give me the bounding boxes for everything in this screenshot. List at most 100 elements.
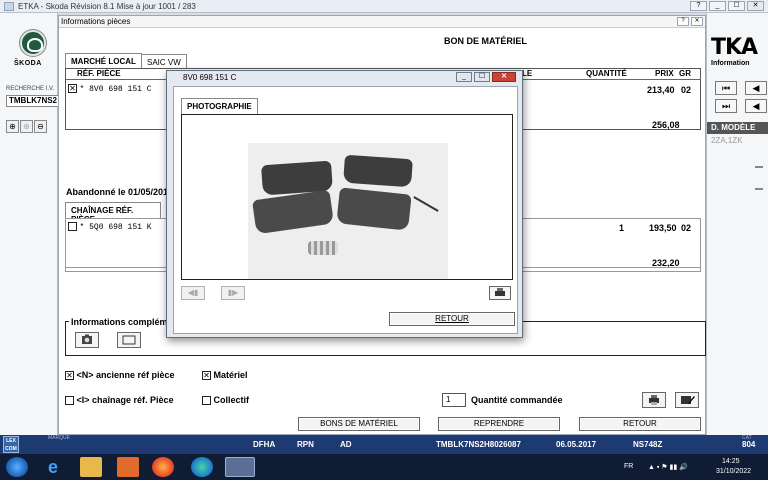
reprendre-button[interactable]: REPRENDRE <box>438 417 560 431</box>
col-price: PRIX <box>655 69 674 78</box>
search-label: RECHERCHE I.V. <box>6 86 55 92</box>
quantity-input[interactable]: 1 <box>442 393 466 407</box>
tab-photographie[interactable]: PHOTOGRAPHIE <box>181 98 258 114</box>
popup-print-button[interactable] <box>489 286 511 300</box>
maximize-button[interactable]: ☐ <box>728 1 745 11</box>
explorer-icon[interactable] <box>80 457 102 477</box>
language-indicator[interactable]: FR <box>624 463 633 470</box>
etka-taskbar-icon[interactable] <box>225 457 255 477</box>
popup-close-button[interactable]: ✕ <box>492 72 516 82</box>
col-ref: RÉF. PIÈCE <box>77 69 121 78</box>
popup-maximize-button[interactable]: ☐ <box>474 72 490 82</box>
media-player-icon[interactable] <box>117 457 139 477</box>
popup-retour-button[interactable]: RETOUR <box>389 312 515 326</box>
status-vin: TMBLK7NS2H8026087 <box>436 440 521 449</box>
popup-body: PHOTOGRAPHIE ◀▮ ▮▶ RETOUR <box>173 86 518 334</box>
row-price: 213,40 <box>647 85 675 95</box>
prev-record-icon[interactable]: ◀ <box>745 81 767 95</box>
materiel-checkbox[interactable]: ✕ <box>202 371 211 381</box>
photo-popup: 8V0 698 151 C _ ☐ ✕ PHOTOGRAPHIE ◀▮ ▮▶ R… <box>166 70 523 338</box>
dialog-title-bar: Informations pièces ? ✕ <box>59 16 705 28</box>
start-button[interactable] <box>6 457 28 477</box>
col-qty: QUANTITÉ <box>586 69 627 78</box>
brake-pad-image <box>343 154 413 188</box>
page-title: BON DE MATÉRIEL <box>444 36 527 46</box>
chainage-checkbox[interactable] <box>65 396 74 406</box>
scroll-mark <box>755 188 763 190</box>
row-qty: 1 <box>619 223 625 233</box>
collectif-checkbox[interactable] <box>202 396 211 406</box>
prev-photo-icon[interactable]: ◀▮ <box>181 286 205 300</box>
tab-saic-vw[interactable]: SAIC VW <box>141 54 187 69</box>
option-collectif[interactable]: Collectif <box>202 395 250 406</box>
dialog-close-button[interactable]: ✕ <box>691 17 703 26</box>
row-price: 193,50 <box>649 223 677 233</box>
abandon-note: Abandonné le 01/05/2019, <box>66 187 176 197</box>
vin-search-input[interactable]: TMBLK7NS2 <box>6 95 66 107</box>
etka-logo-sub: Information <box>711 60 750 67</box>
camera-icon <box>82 334 92 344</box>
window-controls: ? _ ☐ ✕ <box>690 1 764 11</box>
chainage-label: <I> chaînage réf. Pièce <box>76 395 174 405</box>
option-chainage[interactable]: <I> chaînage réf. Pièce <box>65 395 174 406</box>
popup-controls: _ ☐ ✕ <box>456 72 516 82</box>
back-record-icon[interactable]: ◀ <box>745 99 767 113</box>
status-label: MARQUE <box>48 435 70 441</box>
zoom-reset-icon[interactable]: ⊕ <box>20 120 33 133</box>
ancienne-checkbox[interactable]: ✕ <box>65 371 74 381</box>
zoom-out-icon[interactable]: ⊖ <box>34 120 47 133</box>
next-photo-icon[interactable]: ▮▶ <box>221 286 245 300</box>
help-button[interactable]: ? <box>690 1 707 11</box>
popup-minimize-button[interactable]: _ <box>456 72 472 82</box>
note-button[interactable] <box>117 332 141 348</box>
firefox-icon[interactable] <box>152 457 174 477</box>
ie-icon[interactable]: e <box>42 457 64 477</box>
zoom-controls: ⊕ ⊕ ⊖ <box>6 120 47 133</box>
option-ancienne[interactable]: ✕ <N> ancienne réf pièce <box>65 370 175 381</box>
table-row[interactable]: ✕ * 8V0 698 151 C <box>68 83 152 94</box>
zoom-in-icon[interactable]: ⊕ <box>6 120 19 133</box>
edge-icon[interactable] <box>191 457 213 477</box>
skoda-logo-icon <box>20 30 46 56</box>
subtotal: 256,08 <box>652 120 680 130</box>
retour-button[interactable]: RETOUR <box>579 417 701 431</box>
close-button[interactable]: ✕ <box>747 1 764 11</box>
taskbar: e FR ▲ ▪ ⚑ ▮▮ 🔊 14:25 31/10/2022 <box>0 454 768 480</box>
record-nav: ⏮ ◀ ⏭ ◀ <box>715 81 767 113</box>
print-button[interactable] <box>642 392 666 408</box>
row-ref: * 8V0 698 151 C <box>79 85 152 94</box>
clock-date[interactable]: 31/10/2022 <box>716 468 751 475</box>
minimize-button[interactable]: _ <box>709 1 726 11</box>
tab-chainage[interactable]: CHAÎNAGE RÉF. PIÈCE <box>65 202 161 224</box>
first-record-icon[interactable]: ⏮ <box>715 81 737 95</box>
dialog-title: Informations pièces <box>61 17 131 26</box>
status-gear: RPN <box>297 440 314 449</box>
row-gr: 02 <box>681 223 692 233</box>
row-checkbox[interactable] <box>68 222 77 232</box>
tray-icons[interactable]: ▲ ▪ ⚑ ▮▮ 🔊 <box>648 463 688 471</box>
brand-name: ŠKODA <box>14 60 42 67</box>
camera-button[interactable] <box>75 332 99 348</box>
modele-value: 2ZA,1ZK <box>711 136 743 145</box>
row-checkbox[interactable]: ✕ <box>68 84 77 94</box>
quantity-label: Quantité commandée <box>471 395 563 405</box>
brake-pad-image <box>252 189 334 235</box>
bons-materiel-button[interactable]: BONS DE MATÉRIEL <box>298 417 420 431</box>
status-model: NS748Z <box>633 440 663 449</box>
status-engine: DFHA <box>253 440 276 449</box>
table-row[interactable]: * 5Q0 698 151 K <box>68 221 152 232</box>
edit-button[interactable] <box>675 392 699 408</box>
collectif-label: Collectif <box>213 395 250 405</box>
clock-time[interactable]: 14:25 <box>722 458 740 465</box>
row-gr: 02 <box>681 85 692 95</box>
dialog-help-button[interactable]: ? <box>677 17 689 26</box>
option-materiel[interactable]: ✕ Matériel <box>202 370 248 381</box>
col-gr: GR <box>679 69 691 78</box>
tab-marche-local[interactable]: MARCHÉ LOCAL <box>65 53 142 69</box>
right-panel: TKA Information ⏮ ◀ ⏭ ◀ D. MODÈLE 2ZA,1Z… <box>706 13 768 435</box>
ancienne-label: <N> ancienne réf pièce <box>76 370 175 380</box>
photo-frame <box>181 114 513 280</box>
last-record-icon[interactable]: ⏭ <box>715 99 737 113</box>
left-panel: ŠKODA RECHERCHE I.V. TMBLK7NS2 ⊕ ⊕ ⊖ <box>0 13 66 435</box>
hardware-clips-image <box>308 241 338 255</box>
